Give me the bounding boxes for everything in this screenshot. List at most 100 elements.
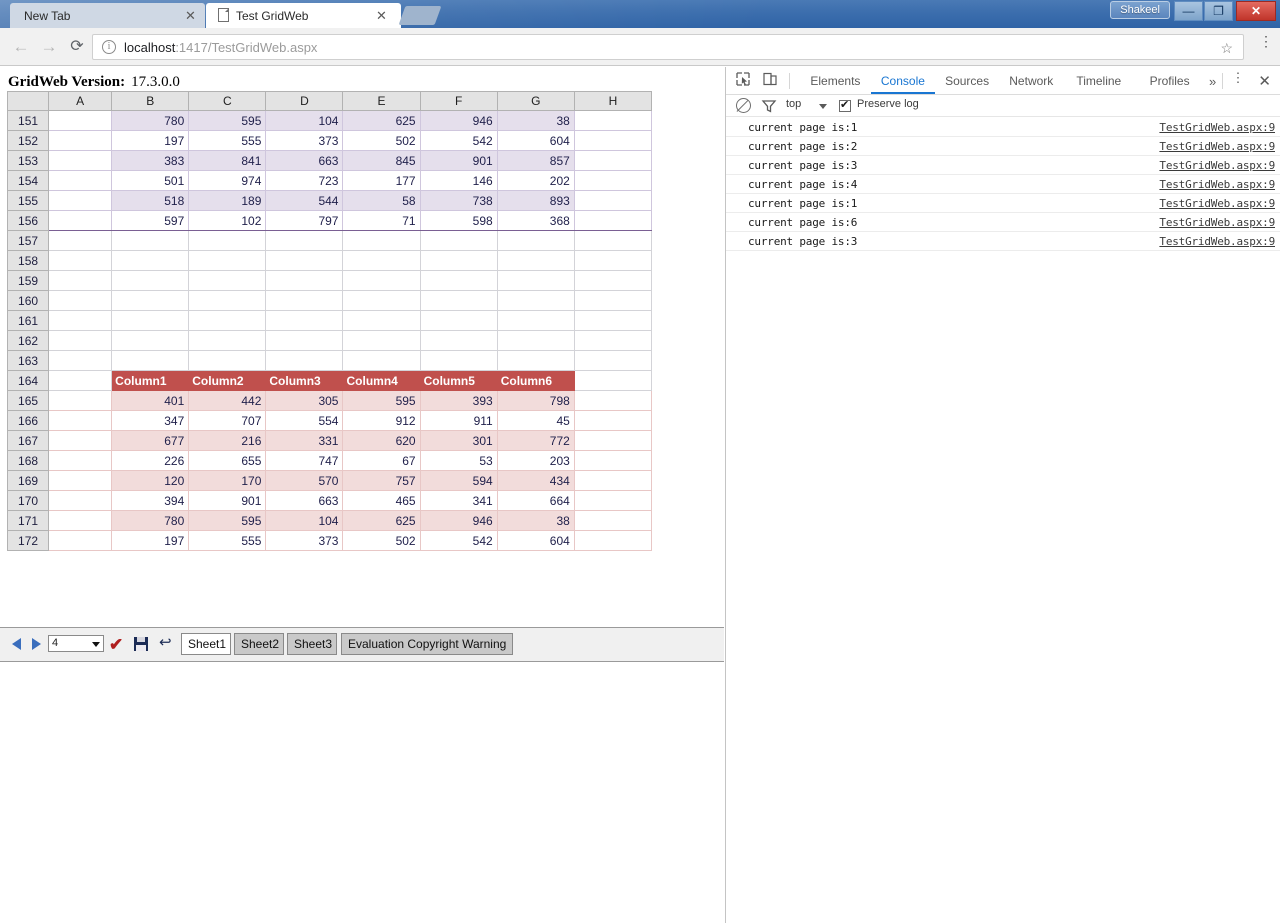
row-header[interactable]: 153	[6, 150, 50, 171]
grid-cell[interactable]	[188, 290, 267, 311]
console-source-link[interactable]: TestGridWeb.aspx:9	[1159, 216, 1275, 229]
grid-cell[interactable]	[342, 290, 421, 311]
grid-cell[interactable]: 798	[496, 390, 575, 411]
grid-cell[interactable]	[48, 270, 113, 291]
row-header[interactable]: 163	[6, 350, 50, 371]
grid-cell[interactable]	[111, 330, 190, 351]
grid-cell[interactable]	[496, 230, 575, 251]
grid-cell[interactable]: 373	[265, 530, 344, 551]
maximize-button[interactable]: ❐	[1204, 1, 1233, 21]
grid-cell[interactable]: 393	[419, 390, 498, 411]
grid-cell[interactable]: 723	[265, 170, 344, 191]
grid-cell[interactable]	[48, 350, 113, 371]
grid-cell[interactable]: 570	[265, 470, 344, 491]
column-header-b[interactable]: B	[111, 91, 190, 111]
grid-cell[interactable]: 857	[496, 150, 575, 171]
grid-cell[interactable]	[48, 250, 113, 271]
grid-cell[interactable]	[265, 310, 344, 331]
grid-cell[interactable]: 912	[342, 410, 421, 431]
grid-cell[interactable]	[111, 250, 190, 271]
next-page-icon[interactable]	[32, 638, 41, 650]
sheet-tab-sheet1[interactable]: Sheet1	[181, 633, 231, 655]
grid-cell[interactable]: 501	[111, 170, 190, 191]
grid-cell[interactable]	[419, 250, 498, 271]
grid-cell[interactable]	[48, 330, 113, 351]
grid-cell[interactable]: 331	[265, 430, 344, 451]
grid-cell[interactable]	[496, 270, 575, 291]
row-header[interactable]: 170	[6, 490, 50, 511]
grid-cell[interactable]	[48, 390, 113, 411]
grid-cell[interactable]	[342, 270, 421, 291]
console-message-row[interactable]: current page is:1 TestGridWeb.aspx:9	[726, 194, 1280, 213]
sheet-tab-sheet2[interactable]: Sheet2	[234, 633, 284, 655]
row-header[interactable]: 155	[6, 190, 50, 211]
preserve-log-label[interactable]: Preserve log	[857, 98, 919, 110]
grid-cell[interactable]	[188, 310, 267, 331]
grid-cell[interactable]: 555	[188, 530, 267, 551]
grid-cell[interactable]: 442	[188, 390, 267, 411]
grid-cell[interactable]: 757	[342, 470, 421, 491]
console-source-link[interactable]: TestGridWeb.aspx:9	[1159, 121, 1275, 134]
grid-cell[interactable]: 102	[188, 210, 267, 231]
row-header[interactable]: 161	[6, 310, 50, 331]
grid-cell[interactable]: 301	[419, 430, 498, 451]
row-header[interactable]: 154	[6, 170, 50, 191]
filter-funnel-icon[interactable]	[761, 98, 777, 114]
console-message-row[interactable]: current page is:3 TestGridWeb.aspx:9	[726, 156, 1280, 175]
grid-cell[interactable]	[573, 410, 653, 431]
grid-cell[interactable]	[48, 370, 113, 391]
grid-cell[interactable]: 104	[265, 110, 344, 131]
table-column-header[interactable]: Column6	[496, 370, 575, 391]
grid-cell[interactable]	[573, 390, 653, 411]
grid-cell[interactable]	[573, 130, 653, 151]
grid-cell[interactable]: 465	[342, 490, 421, 511]
grid-cell[interactable]	[573, 110, 653, 131]
grid-cell[interactable]	[342, 230, 421, 251]
devtools-tab-network[interactable]: Network	[999, 67, 1063, 94]
grid-cell[interactable]: 502	[342, 130, 421, 151]
row-header[interactable]: 166	[6, 410, 50, 431]
row-header[interactable]: 167	[6, 430, 50, 451]
row-header[interactable]: 169	[6, 470, 50, 491]
grid-cell[interactable]: 664	[496, 490, 575, 511]
row-header[interactable]: 157	[6, 230, 50, 251]
grid-cell[interactable]	[48, 450, 113, 471]
evaluation-copyright-warning[interactable]: Evaluation Copyright Warning	[341, 633, 514, 655]
grid-cell[interactable]: 305	[265, 390, 344, 411]
grid-cell[interactable]	[48, 230, 113, 251]
grid-cell[interactable]: 845	[342, 150, 421, 171]
grid-cell[interactable]: 45	[496, 410, 575, 431]
grid-cell[interactable]	[496, 290, 575, 311]
devtools-tab-console[interactable]: Console	[870, 67, 935, 94]
row-header[interactable]: 159	[6, 270, 50, 291]
grid-cell[interactable]	[48, 510, 113, 531]
grid-cell[interactable]	[573, 350, 653, 371]
table-column-header[interactable]: Column5	[419, 370, 498, 391]
grid-cell[interactable]	[48, 210, 113, 231]
console-source-link[interactable]: TestGridWeb.aspx:9	[1159, 197, 1275, 210]
console-source-link[interactable]: TestGridWeb.aspx:9	[1159, 178, 1275, 191]
devtools-tab-profiles[interactable]: Profiles	[1134, 67, 1205, 94]
grid-cell[interactable]: 189	[188, 190, 267, 211]
row-header[interactable]: 152	[6, 130, 50, 151]
grid-cell[interactable]	[265, 230, 344, 251]
grid-cell[interactable]: 197	[111, 530, 190, 551]
grid-cell[interactable]	[48, 410, 113, 431]
grid-cell[interactable]: 797	[265, 210, 344, 231]
row-header[interactable]: 160	[6, 290, 50, 311]
grid-cell[interactable]	[111, 350, 190, 371]
column-header-h[interactable]: H	[573, 91, 653, 111]
grid-cell[interactable]: 170	[188, 470, 267, 491]
grid-cell[interactable]	[573, 430, 653, 451]
grid-cell[interactable]	[48, 170, 113, 191]
grid-cell[interactable]: 502	[342, 530, 421, 551]
grid-cell[interactable]: 373	[265, 130, 344, 151]
grid-cell[interactable]	[573, 510, 653, 531]
grid-cell[interactable]: 226	[111, 450, 190, 471]
grid-cell[interactable]	[48, 190, 113, 211]
grid-cell[interactable]: 202	[496, 170, 575, 191]
devtools-menu-icon[interactable]: ⋮	[1231, 71, 1245, 84]
new-tab-button[interactable]	[398, 6, 442, 25]
grid-cell[interactable]: 595	[188, 110, 267, 131]
table-column-header[interactable]: Column3	[265, 370, 344, 391]
